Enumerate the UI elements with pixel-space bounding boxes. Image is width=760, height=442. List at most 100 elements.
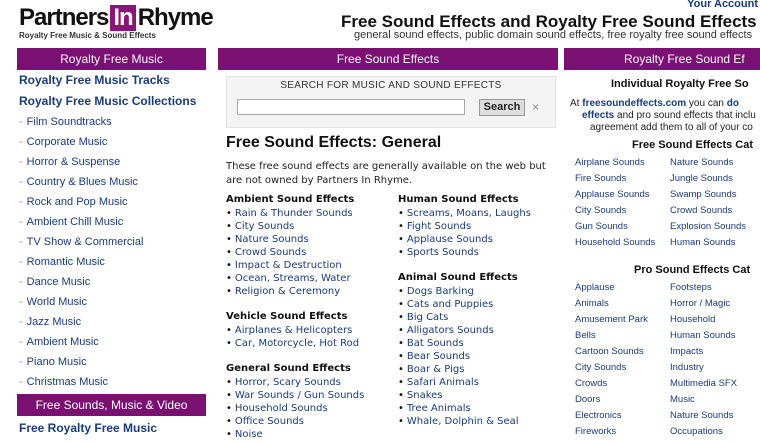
category-link-horror-magic[interactable]: Horror / Magic	[670, 296, 730, 312]
category-link-nature-sounds[interactable]: Nature Sounds	[670, 408, 733, 424]
sound-link-city-sounds[interactable]: • City Sounds	[226, 220, 364, 233]
sound-link-dogs-barking[interactable]: • Dogs Barking	[398, 285, 531, 298]
freesoundeffects-link[interactable]: freesoundeffects.com	[582, 98, 686, 109]
nav-royalty-free-music-tracks[interactable]: Royalty Free Music Tracks	[19, 70, 209, 91]
sound-link-label: Nature Sounds	[234, 234, 309, 245]
category-link-fireworks[interactable]: Fireworks	[575, 424, 616, 440]
left-section-bar: Royalty Free Music	[17, 48, 206, 70]
nav-item-ambient-chill-music[interactable]: - Ambient Chill Music	[19, 212, 209, 232]
site-logo[interactable]: Partners In Rhyme Royalty Free Music & Sou…	[19, 4, 214, 40]
sound-link-war-sounds-gun-sounds[interactable]: • War Sounds / Gun Sounds	[226, 389, 364, 402]
sound-link-bat-sounds[interactable]: • Bat Sounds	[398, 337, 531, 350]
sound-link-airplanes-helicopters[interactable]: • Airplanes & Helicopters	[226, 324, 364, 337]
sound-link-screams-moans-laughs[interactable]: • Screams, Moans, Laughs	[398, 207, 531, 220]
category-link-music[interactable]: Music	[670, 392, 695, 408]
category-link-industry[interactable]: Industry	[670, 360, 704, 376]
nav-item-jazz-music[interactable]: - Jazz Music	[19, 312, 209, 332]
bullet: •	[398, 208, 404, 219]
nav-item-dance-music[interactable]: - Dance Music	[19, 272, 209, 292]
category-link-amusement-park[interactable]: Amusement Park	[575, 312, 648, 328]
category-link-gun-sounds[interactable]: Gun Sounds	[575, 219, 628, 235]
category-link-bells[interactable]: Bells	[575, 328, 596, 344]
category-link-jungle-sounds[interactable]: Jungle Sounds	[670, 171, 733, 187]
sound-link-big-cats[interactable]: • Big Cats	[398, 311, 531, 324]
sound-link-label: Cats and Puppies	[406, 299, 494, 310]
nav-free-royalty-free-music[interactable]: Free Royalty Free Music	[19, 418, 157, 439]
category-link-household[interactable]: Household	[670, 312, 715, 328]
category-link-airplane-sounds[interactable]: Airplane Sounds	[575, 155, 645, 171]
sound-link-fight-sounds[interactable]: • Fight Sounds	[398, 220, 531, 233]
category-link-impacts[interactable]: Impacts	[670, 344, 703, 360]
category-link-explosion-sounds[interactable]: Explosion Sounds	[670, 219, 746, 235]
sound-link-crowd-sounds[interactable]: • Crowd Sounds	[226, 246, 364, 259]
nav-item-film-soundtracks[interactable]: - Film Soundtracks	[19, 112, 209, 132]
category-link-multimedia-sfx[interactable]: Multimedia SFX	[670, 376, 737, 392]
category-link-applause[interactable]: Applause	[575, 280, 615, 296]
category-link-applause-sounds[interactable]: Applause Sounds	[575, 187, 649, 203]
sound-link-tree-animals[interactable]: • Tree Animals	[398, 402, 531, 415]
category-link-household-sounds[interactable]: Household Sounds	[575, 235, 655, 251]
nav-bullet: -	[19, 376, 23, 388]
account-link[interactable]: Your Account	[687, 0, 758, 10]
category-link-animals[interactable]: Animals	[575, 296, 609, 312]
sound-link-safari-animals[interactable]: • Safari Animals	[398, 376, 531, 389]
sound-link-bear-sounds[interactable]: • Bear Sounds	[398, 350, 531, 363]
category-link-crowd-sounds[interactable]: Crowd Sounds	[670, 203, 732, 219]
sound-link-noise[interactable]: • Noise	[226, 428, 364, 441]
sound-link-cats-and-puppies[interactable]: • Cats and Puppies	[398, 298, 531, 311]
sound-link-boar-pigs[interactable]: • Boar & Pigs	[398, 363, 531, 376]
category-link-doors[interactable]: Doors	[575, 392, 600, 408]
nav-item-christmas-music[interactable]: - Christmas Music	[19, 372, 209, 392]
nav-item-world-music[interactable]: - World Music	[19, 292, 209, 312]
sound-link-religion-ceremony[interactable]: • Religion & Ceremony	[226, 285, 364, 298]
sound-link-car-motorcycle-hot-rod[interactable]: • Car, Motorcycle, Hot Rod	[226, 337, 364, 350]
sound-link-snakes[interactable]: • Snakes	[398, 389, 531, 402]
nav-royalty-free-music-collections[interactable]: Royalty Free Music Collections	[19, 91, 209, 112]
category-link-nature-sounds[interactable]: Nature Sounds	[670, 155, 733, 171]
sound-link-rain-thunder-sounds[interactable]: • Rain & Thunder Sounds	[226, 207, 364, 220]
nav-item-label: Dance Music	[26, 276, 91, 288]
nav-bullet: -	[19, 216, 23, 228]
effects-link[interactable]: effects	[582, 110, 614, 121]
intro-text: At freesoundeffects.com you can do effec…	[570, 98, 756, 133]
sound-link-alligators-sounds[interactable]: • Alligators Sounds	[398, 324, 531, 337]
category-link-occupations[interactable]: Occupations	[670, 424, 723, 440]
sound-link-label: Safari Animals	[406, 377, 479, 388]
download-link[interactable]: do	[727, 98, 739, 109]
bullet: •	[226, 390, 232, 401]
category-link-city-sounds[interactable]: City Sounds	[575, 203, 626, 219]
nav-item-country-blues-music[interactable]: - Country & Blues Music	[19, 172, 209, 192]
nav-item-ambient-music[interactable]: - Ambient Music	[19, 332, 209, 352]
sound-link-horror-scary-sounds[interactable]: • Horror, Scary Sounds	[226, 376, 364, 389]
category-link-electronics[interactable]: Electronics	[575, 408, 621, 424]
nav-item-romantic-music[interactable]: - Romantic Music	[19, 252, 209, 272]
nav-item-rock-and-pop-music[interactable]: - Rock and Pop Music	[19, 192, 209, 212]
bullet: •	[226, 403, 232, 414]
bullet: •	[226, 234, 232, 245]
nav-item-horror-suspense[interactable]: - Horror & Suspense	[19, 152, 209, 172]
sound-link-label: Rain & Thunder Sounds	[234, 208, 353, 219]
category-link-human-sounds[interactable]: Human Sounds	[670, 328, 735, 344]
category-link-city-sounds[interactable]: City Sounds	[575, 360, 626, 376]
sound-link-ocean-streams-water[interactable]: • Ocean, Streams, Water	[226, 272, 364, 285]
search-label: SEARCH FOR MUSIC AND SOUND EFFECTS	[280, 80, 502, 91]
sound-link-office-sounds[interactable]: • Office Sounds	[226, 415, 364, 428]
nav-item-tv-show-commercial[interactable]: - TV Show & Commercial	[19, 232, 209, 252]
search-button[interactable]: Search	[479, 99, 525, 116]
nav-item-corporate-music[interactable]: - Corporate Music	[19, 132, 209, 152]
category-link-cartoon-sounds[interactable]: Cartoon Sounds	[575, 344, 644, 360]
category-link-fire-sounds[interactable]: Fire Sounds	[575, 171, 626, 187]
search-input[interactable]	[237, 99, 465, 115]
sound-link-applause-sounds[interactable]: • Applause Sounds	[398, 233, 531, 246]
clear-search-icon[interactable]: ×	[532, 99, 539, 115]
category-link-footsteps[interactable]: Footsteps	[670, 280, 712, 296]
sound-link-impact-destruction[interactable]: • Impact & Destruction	[226, 259, 364, 272]
nav-item-piano-music[interactable]: - Piano Music	[19, 352, 209, 372]
sound-link-whale-dolphin-seal[interactable]: • Whale, Dolphin & Seal	[398, 415, 531, 428]
sound-link-nature-sounds[interactable]: • Nature Sounds	[226, 233, 364, 246]
sound-link-sports-sounds[interactable]: • Sports Sounds	[398, 246, 531, 259]
category-link-crowds[interactable]: Crowds	[575, 376, 607, 392]
category-link-swamp-sounds[interactable]: Swamp Sounds	[670, 187, 737, 203]
category-link-human-sounds[interactable]: Human Sounds	[670, 235, 735, 251]
sound-link-household-sounds[interactable]: • Household Sounds	[226, 402, 364, 415]
